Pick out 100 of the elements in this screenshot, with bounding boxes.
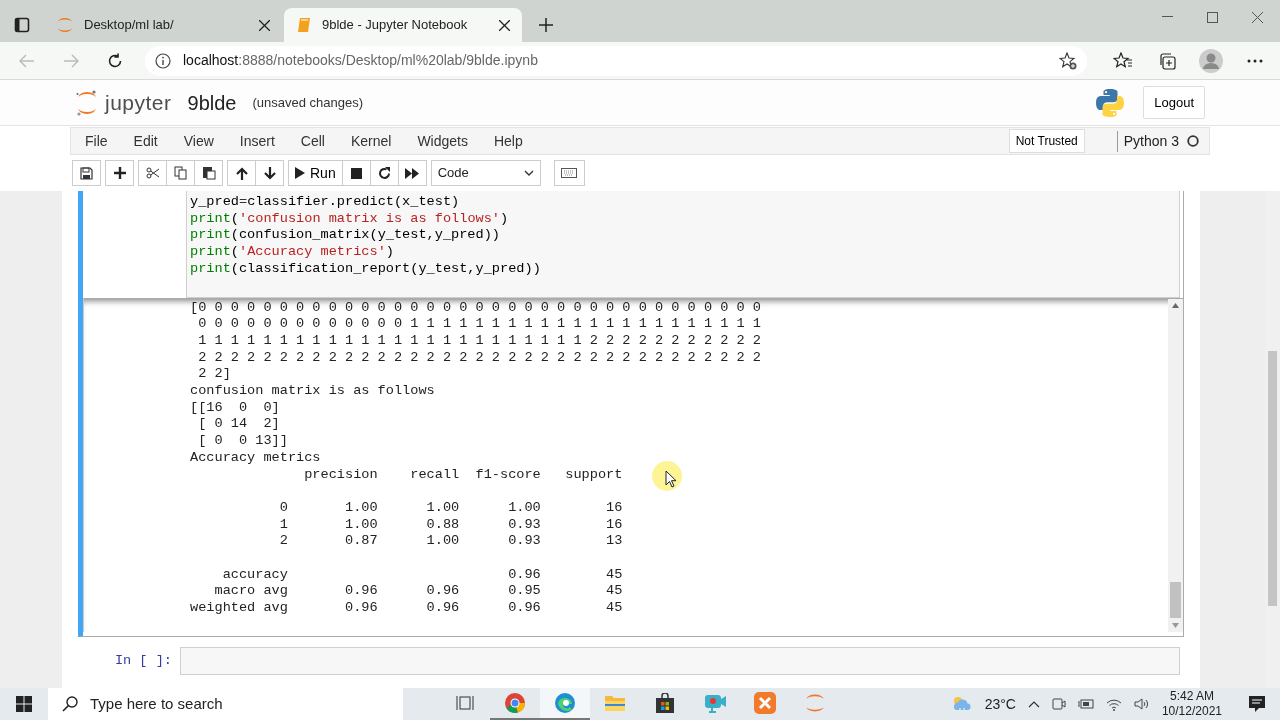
info-icon[interactable] [155, 52, 171, 69]
menu-item[interactable]: File [85, 130, 122, 152]
favorites-icon[interactable] [1113, 51, 1133, 70]
minimize-icon[interactable] [1162, 16, 1173, 18]
not-trusted-button[interactable]: Not Trusted [1008, 129, 1085, 153]
menu-item[interactable]: View [183, 130, 228, 152]
save-status: (unsaved changes) [252, 93, 364, 112]
task-view-icon [456, 694, 474, 712]
scrollbar-thumb[interactable] [1268, 351, 1277, 606]
camera-recorder-icon [703, 692, 727, 714]
output-line: 1 1 1 1 1 1 1 1 1 1 1 1 1 1 1 1 1 1 1 1 1 1 1 1 2 2 2 2 2 2 2 2 2 2 2 [197, 332, 763, 350]
code-input-field[interactable] [180, 647, 1180, 675]
output-line: 0 0 0 0 0 0 0 0 0 0 0 0 0 1 1 1 1 1 1 1 1 1 1 1 1 1 1 1 1 1 1 1 1 1 1 [197, 316, 763, 333]
browser-tab[interactable]: 9blde - Jupyter Notebook [284, 8, 522, 42]
kernel-name[interactable]: Python 3 [1123, 130, 1179, 152]
fast-forward-icon [405, 167, 420, 179]
notebook-name[interactable]: 9blde [187, 87, 237, 118]
reload-icon[interactable] [107, 52, 123, 69]
save-button[interactable] [72, 160, 101, 186]
run-all-button[interactable] [397, 160, 427, 186]
kernel-idle-icon [1187, 135, 1199, 147]
browser-tab[interactable]: Desktop/ml lab/ [44, 8, 282, 42]
output-line: precision recall f1-score support [303, 466, 624, 484]
code-line: y_pred=classifier.predict(x_test) [190, 194, 461, 211]
output-scrollbar[interactable] [1168, 298, 1183, 632]
scroll-up-icon[interactable] [1172, 302, 1179, 308]
more-icon[interactable] [1247, 58, 1263, 63]
output-line: [0 0 0 0 0 0 0 0 0 0 0 0 0 0 0 0 0 0 0 0 0 0 0 0 0 0 0 0 0 0 0 0 0 0 0 [190, 299, 763, 317]
weather-temperature[interactable]: 23°C [984, 693, 1016, 715]
plus-icon [113, 167, 126, 179]
profile-icon[interactable] [1199, 48, 1223, 73]
code-line: print('confusion matrix is as follows') [190, 210, 510, 228]
menu-item[interactable]: Insert [239, 130, 289, 152]
insert-cell-button[interactable] [105, 160, 134, 186]
jupyter-logo-text: jupyter [105, 89, 172, 116]
wifi-icon[interactable] [1105, 697, 1122, 711]
paste-button[interactable] [194, 160, 223, 186]
speaker-icon[interactable] [1133, 697, 1150, 711]
output-line: 2 2 2 2 2 2 2 2 2 2 2 2 2 2 2 2 2 2 2 2 2 2 2 2 2 2 2 2 2 2 2 2 2 2 2 [197, 349, 763, 367]
collections-icon[interactable] [1158, 51, 1176, 70]
code-line: print('Accuracy metrics') [190, 244, 395, 261]
jupyter-logo-icon [75, 88, 99, 117]
menu-item[interactable]: Widgets [417, 130, 482, 152]
move-down-button[interactable] [255, 160, 284, 186]
output-line: weighted avg 0.96 0.96 0.96 45 [190, 600, 624, 617]
play-icon [295, 167, 305, 179]
scrollbar-thumb[interactable] [1170, 582, 1181, 618]
camera-icon[interactable] [1051, 697, 1066, 711]
output-line: 2 0.87 1.00 0.93 13 [278, 533, 624, 551]
url-text: localhost:8888/notebooks/Desktop/ml%20lab/9blde.ipynb [183, 51, 539, 70]
windows-start-icon[interactable] [16, 696, 32, 712]
output-line: macro avg 0.96 0.96 0.95 45 [213, 583, 624, 601]
chrome-icon [504, 692, 526, 714]
close-icon[interactable] [1252, 11, 1263, 23]
edge-icon [554, 692, 576, 714]
code-line: print(confusion_matrix(y_test,y_pred)) [190, 227, 501, 245]
clock[interactable]: 5:42 AM 10/12/2021 [1161, 689, 1222, 719]
cut-button[interactable] [138, 160, 167, 186]
output-line: [ 0 14 2] [197, 416, 281, 434]
keyboard-shortcuts-button[interactable] [553, 160, 585, 186]
add-favorite-icon[interactable] [1059, 51, 1077, 70]
store-bag-icon [655, 693, 675, 713]
caret-icon [523, 170, 534, 176]
address-bar[interactable]: localhost:8888/notebooks/Desktop/ml%20lab/9blde.ipynb [145, 45, 1087, 76]
copy-icon [173, 166, 188, 180]
code-line: print(classification_report(y_test,y_pred)) [190, 260, 542, 278]
output-line: [[16 0 0] [190, 399, 281, 417]
search-placeholder: Type here to search [90, 693, 223, 714]
paste-icon [201, 166, 216, 180]
output-line: [ 0 0 13]] [197, 433, 289, 450]
close-tab-icon[interactable] [259, 19, 270, 31]
jupyter-icon [804, 692, 826, 714]
selected-cell[interactable] [78, 191, 1184, 637]
logout-button[interactable]: Logout [1143, 85, 1205, 120]
run-button[interactable]: Run [288, 160, 343, 186]
battery-icon[interactable] [1077, 698, 1094, 710]
keyboard-icon [561, 168, 578, 178]
menu-item[interactable]: Edit [133, 130, 172, 152]
notifications-icon[interactable] [1248, 695, 1266, 713]
python-logo-icon [1095, 87, 1126, 118]
stop-icon [350, 167, 362, 179]
new-tab-icon[interactable] [539, 18, 553, 32]
scissors-icon [145, 167, 160, 179]
menu-item[interactable]: Kernel [350, 130, 406, 152]
cell-type-dropdown[interactable]: Code [430, 160, 541, 186]
restart-button[interactable] [369, 160, 399, 186]
move-up-button[interactable] [227, 160, 256, 186]
menu-item[interactable]: Help [493, 130, 537, 152]
tab-actions-icon[interactable] [14, 17, 30, 33]
stop-button[interactable] [341, 160, 371, 186]
close-tab-icon[interactable] [499, 19, 510, 31]
output-line: 1 1.00 0.88 0.93 16 [278, 516, 624, 534]
clock-time: 5:42 AM [1168, 689, 1215, 704]
search-field[interactable]: Type here to search [48, 688, 403, 720]
chevron-up-icon[interactable] [1027, 700, 1040, 708]
notebook-favicon-icon [296, 17, 312, 33]
code-editor[interactable]: y_pred=classifier.predict(x_test) print('confusion matrix is as follows') print(confusion_matrix(y_test,y_pred)) print('Accuracy metrics') print(classification_report(y_test,y_pred)) [186, 191, 1180, 298]
up-arrow-icon [235, 166, 248, 180]
maximize-icon[interactable] [1207, 11, 1218, 23]
menu-item[interactable]: Cell [300, 130, 339, 152]
